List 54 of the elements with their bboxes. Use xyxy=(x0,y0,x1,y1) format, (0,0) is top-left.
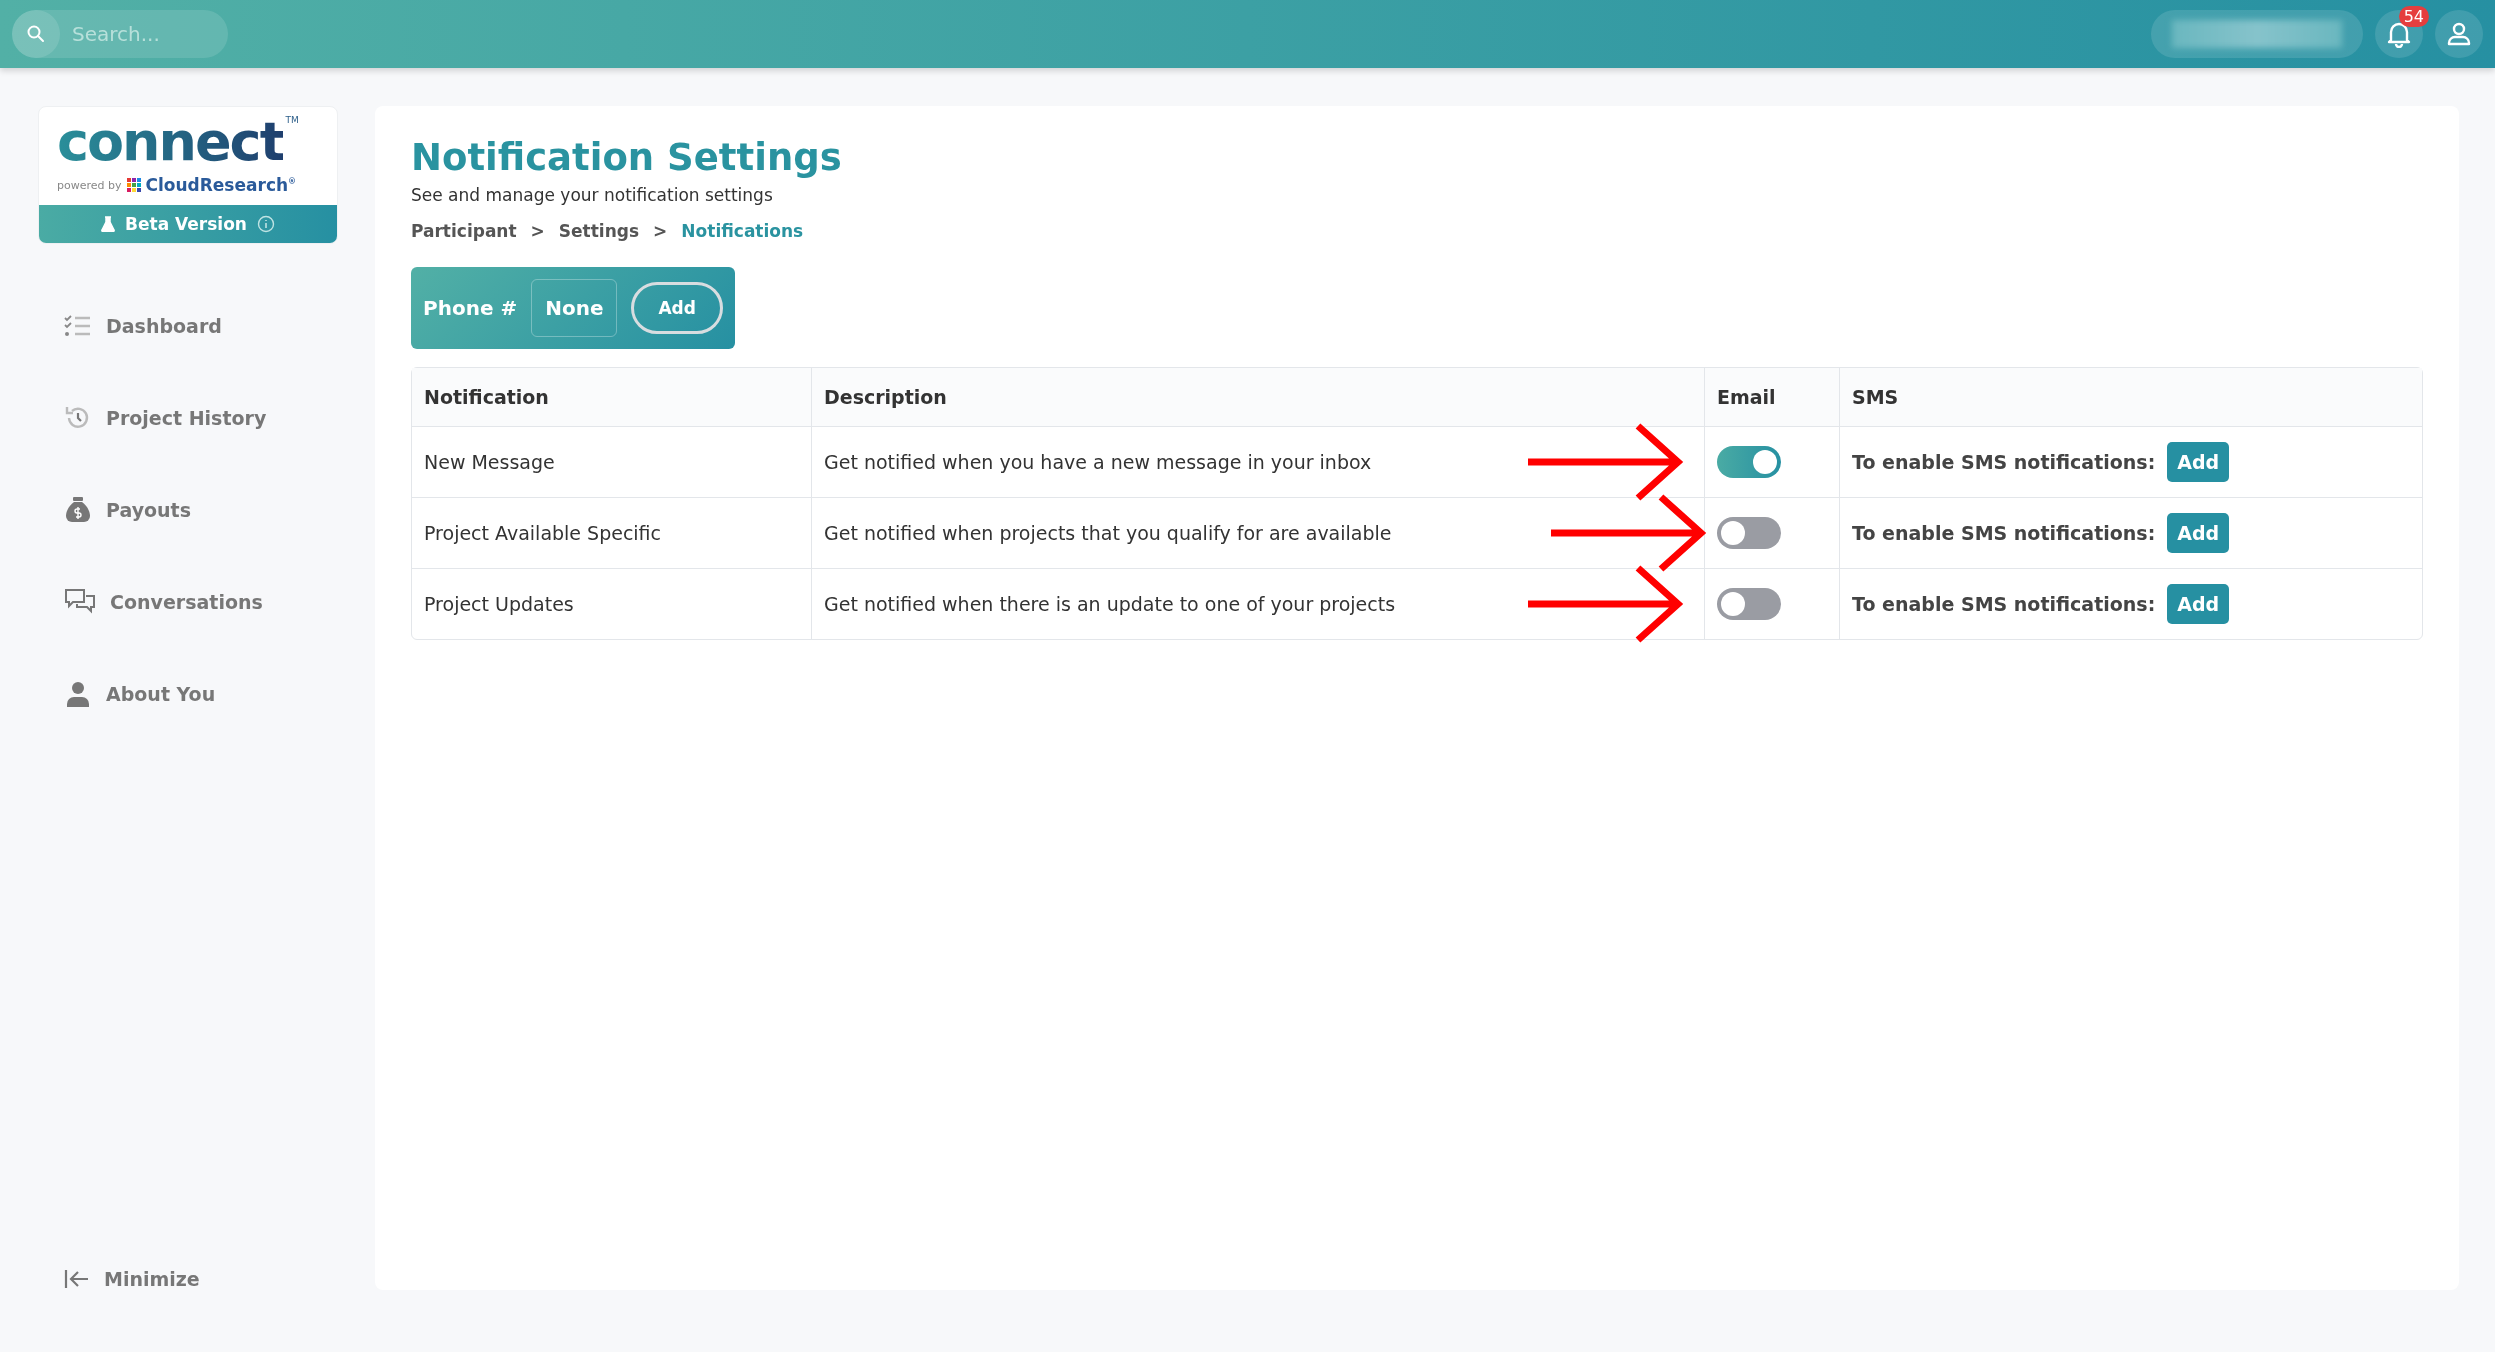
breadcrumb-link[interactable]: Notifications xyxy=(681,221,804,241)
breadcrumb-separator: > xyxy=(530,221,545,241)
page-subtitle: See and manage your notification settings xyxy=(411,185,774,205)
beta-banner[interactable]: Beta Version xyxy=(39,205,337,243)
profile-button[interactable] xyxy=(2435,10,2483,58)
sidebar-item[interactable]: Conversations xyxy=(64,584,337,620)
sidebar-item[interactable]: Dashboard xyxy=(64,308,337,344)
breadcrumb-link[interactable]: Settings xyxy=(558,221,640,241)
email-toggle[interactable] xyxy=(1717,517,1781,549)
sms-hint: To enable SMS notifications: xyxy=(1852,451,2156,473)
notification-count-badge: 54 xyxy=(2398,6,2429,27)
column-header: SMS xyxy=(1839,368,2422,426)
column-header: Description xyxy=(811,368,1704,426)
minimize-button[interactable]: Minimize xyxy=(38,1261,337,1297)
table-cell: Get notified when projects that you qualify for are available xyxy=(824,522,1392,544)
email-toggle[interactable] xyxy=(1717,446,1781,478)
table-cell-text: Project Available Specific xyxy=(423,521,663,546)
trademark-mark: TM xyxy=(285,115,299,125)
sidebar-item[interactable]: Project History xyxy=(64,400,337,436)
sidebar-item[interactable]: Payouts xyxy=(64,492,337,528)
sms-hint: To enable SMS notifications: xyxy=(1852,522,2156,544)
checklist-icon xyxy=(64,314,92,338)
grid-logo-icon xyxy=(126,178,141,192)
column-header: Email xyxy=(1704,368,1839,426)
beta-label: Beta Version xyxy=(125,214,247,234)
collapse-arrow-icon xyxy=(64,1268,90,1290)
add-phone-button[interactable]: Add xyxy=(631,282,723,334)
table-cell-text: New Message xyxy=(423,450,556,475)
table-cell: Get notified when you have a new message in your inbox xyxy=(824,451,1372,473)
phone-label: Phone # xyxy=(423,296,518,320)
table-cell-text: Project Updates xyxy=(423,592,575,617)
account-name-pill[interactable] xyxy=(2151,10,2363,58)
phone-value-field: None xyxy=(531,279,618,337)
add-sms-button[interactable]: Add xyxy=(2167,513,2230,553)
add-sms-button[interactable]: Add xyxy=(2167,442,2230,482)
brand-name: CloudResearch$^{®}$ xyxy=(145,175,297,195)
bell-icon xyxy=(2386,20,2412,48)
flask-icon xyxy=(101,216,116,232)
search-icon[interactable] xyxy=(12,10,60,58)
breadcrumb-separator: > xyxy=(653,221,668,241)
person-icon xyxy=(64,680,92,708)
email-toggle[interactable] xyxy=(1717,588,1781,620)
column-header: Notification xyxy=(423,385,550,410)
sidebar-item[interactable]: About You xyxy=(64,676,337,712)
table-cell: Get notified when there is an update to one of your projects xyxy=(824,593,1396,615)
sms-hint: To enable SMS notifications: xyxy=(1852,593,2156,615)
add-sms-button[interactable]: Add xyxy=(2167,584,2230,624)
powered-by-text: powered by xyxy=(57,178,122,192)
page-title: Notification Settings xyxy=(411,136,843,179)
money-bag-icon xyxy=(64,496,92,524)
chat-bubbles-icon xyxy=(64,588,96,616)
user-icon xyxy=(2446,21,2472,47)
breadcrumb-link[interactable]: Participant xyxy=(411,221,517,241)
info-icon xyxy=(256,215,275,233)
